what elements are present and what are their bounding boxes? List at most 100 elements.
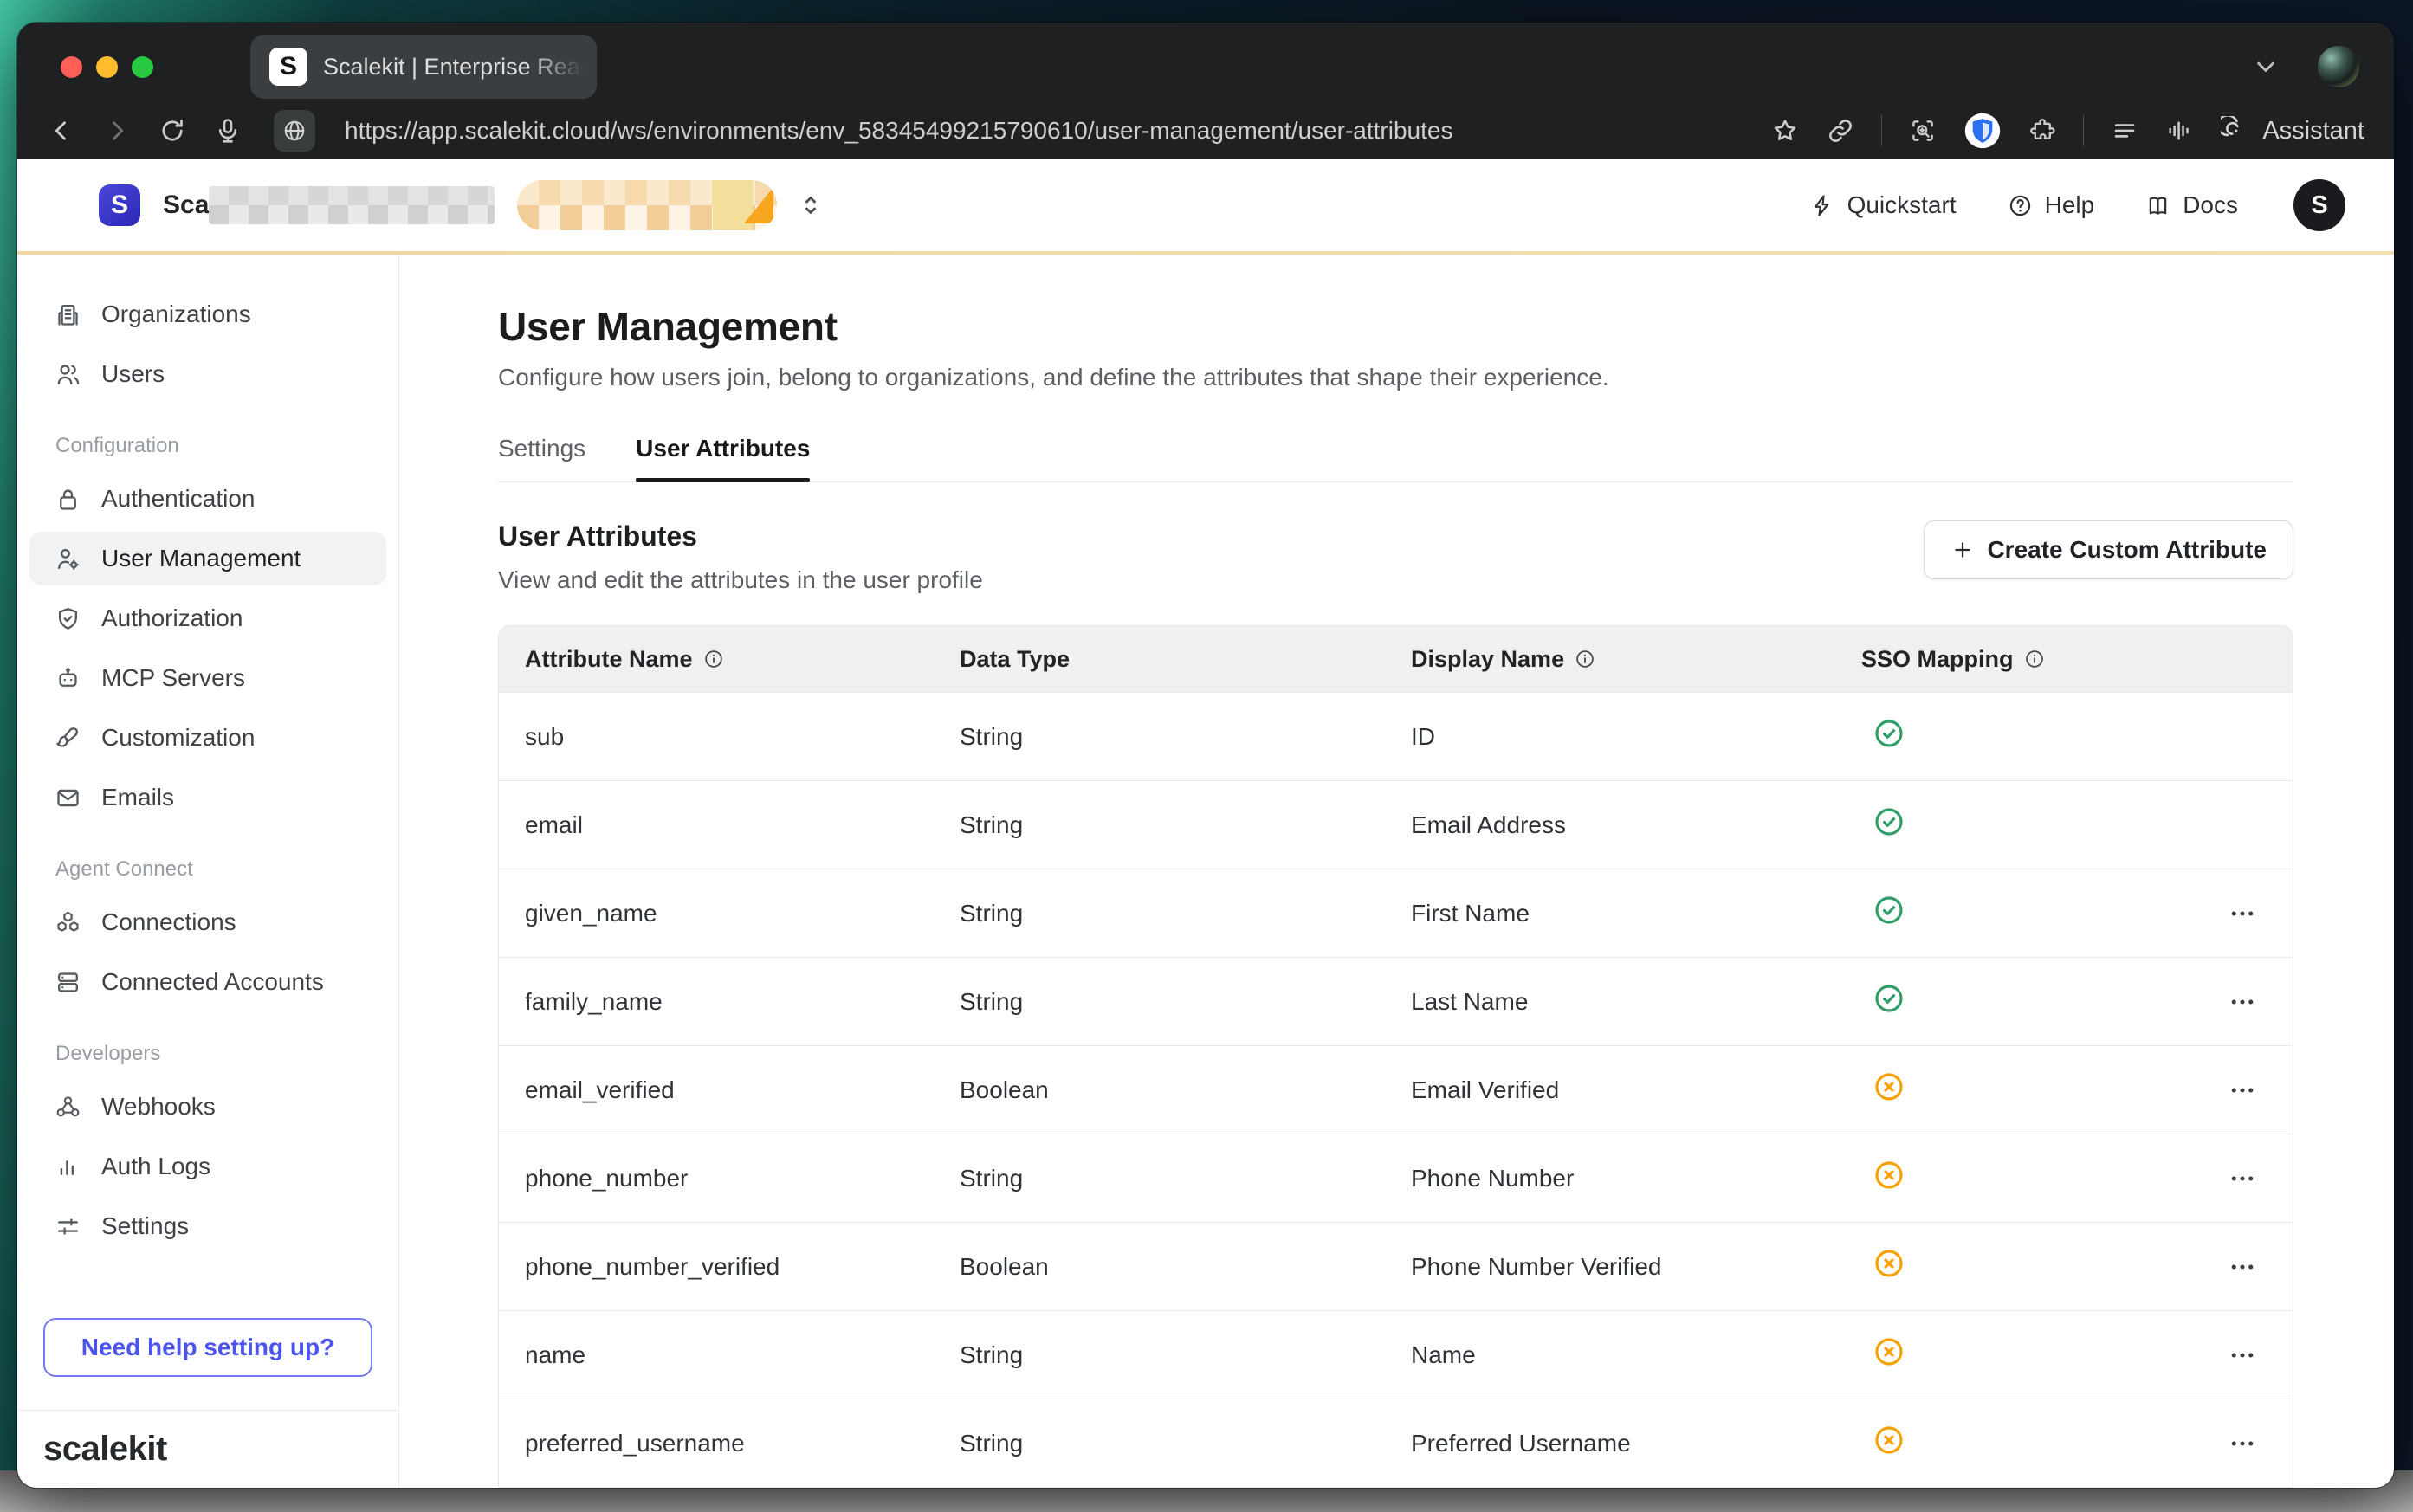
zoom-window-button[interactable] <box>132 56 153 78</box>
environment-badge-redacted[interactable] <box>517 180 777 230</box>
info-icon[interactable] <box>702 648 725 670</box>
row-menu-icon[interactable] <box>2227 1428 2258 1459</box>
row-menu-icon[interactable] <box>2227 1163 2258 1194</box>
sso-mapped-check-icon <box>1872 893 1906 927</box>
cell-display-name: Phone Number Verified <box>1411 1253 1861 1281</box>
book-icon <box>2145 192 2171 219</box>
extensions-puzzle-icon[interactable] <box>2028 116 2057 145</box>
toolbar-divider <box>2083 115 2084 146</box>
bookmark-star-icon[interactable] <box>1770 116 1800 145</box>
row-menu-icon[interactable] <box>2227 1251 2258 1283</box>
tab-settings[interactable]: Settings <box>498 435 585 481</box>
sidebar-section-configuration: Configuration <box>55 434 386 458</box>
address-bar[interactable]: https://app.scalekit.cloud/ws/environmen… <box>345 117 1744 145</box>
tabs: Settings User Attributes <box>498 435 2293 482</box>
need-help-button[interactable]: Need help setting up? <box>43 1318 372 1377</box>
cell-attribute-name: name <box>525 1341 960 1369</box>
sidebar-item-settings[interactable]: Settings <box>29 1199 386 1253</box>
minimize-window-button[interactable] <box>96 56 118 78</box>
sidebar-item-connections[interactable]: Connections <box>29 895 386 949</box>
cell-data-type: String <box>960 900 1411 927</box>
screenshot-search-icon[interactable] <box>1908 116 1938 145</box>
bars-icon <box>54 1153 82 1181</box>
row-menu-icon[interactable] <box>2227 1340 2258 1371</box>
close-window-button[interactable] <box>61 56 82 78</box>
plus-icon <box>1950 538 1975 562</box>
building-icon <box>54 300 82 329</box>
sidebar-nav: Organizations Users Configuration Authen… <box>29 288 386 1259</box>
row-menu-icon[interactable] <box>2227 1075 2258 1106</box>
cell-attribute-name: given_name <box>525 900 960 927</box>
main-content: User Management Configure how users join… <box>399 255 2394 1488</box>
cell-sso-mapping <box>1861 1423 2147 1464</box>
page-title: User Management <box>498 303 2293 350</box>
sidebar-item-emails[interactable]: Emails <box>29 771 386 824</box>
cell-sso-mapping <box>1861 1246 2147 1287</box>
cell-display-name: First Name <box>1411 900 1861 927</box>
audio-waveform-icon[interactable] <box>2165 116 2195 145</box>
sso-unmapped-x-icon <box>1872 1069 1906 1104</box>
browser-tabbar: S Scalekit | Enterprise Ready A <box>17 23 2394 102</box>
mic-icon[interactable] <box>213 116 243 145</box>
sidebar-brand-row: scalekit <box>17 1410 398 1488</box>
cell-display-name: Preferred Username <box>1411 1430 1861 1457</box>
sidebar-item-mcp-servers[interactable]: MCP Servers <box>29 651 386 705</box>
copy-link-icon[interactable] <box>1826 116 1855 145</box>
sidebar-item-organizations[interactable]: Organizations <box>29 288 386 341</box>
info-icon[interactable] <box>1574 648 1596 670</box>
tab-user-attributes[interactable]: User Attributes <box>636 435 810 481</box>
site-info-chip[interactable] <box>274 110 315 152</box>
tab-list-chevron-icon[interactable] <box>2250 51 2281 82</box>
cell-display-name: ID <box>1411 723 1861 751</box>
cell-sso-mapping <box>1861 804 2147 845</box>
table-header-row: Attribute Name Data Type Display Name SS… <box>499 626 2293 692</box>
sidebar-section-agent-connect: Agent Connect <box>55 857 386 882</box>
reload-icon[interactable] <box>158 116 187 145</box>
cell-data-type: String <box>960 988 1411 1016</box>
table-row-name: name String Name <box>499 1310 2293 1399</box>
tab-favicon: S <box>269 48 307 86</box>
cell-attribute-name: email <box>525 811 960 839</box>
sidebar-item-authentication[interactable]: Authentication <box>29 472 386 526</box>
environment-switcher-icon[interactable] <box>796 191 825 220</box>
reader-mode-icon[interactable] <box>2110 116 2139 145</box>
forward-icon[interactable] <box>102 116 132 145</box>
sso-mapped-check-icon <box>1872 716 1906 751</box>
scalekit-logo: S <box>99 184 140 226</box>
sidebar-item-user-management[interactable]: User Management <box>29 532 386 585</box>
info-icon[interactable] <box>2023 648 2046 670</box>
cell-sso-mapping <box>1861 1069 2147 1110</box>
assistant-button[interactable]: Assistant <box>2221 116 2364 145</box>
sidebar-section-developers: Developers <box>55 1042 386 1066</box>
lightning-icon <box>1809 192 1836 219</box>
docs-label: Docs <box>2183 191 2238 219</box>
help-button[interactable]: Help <box>2007 191 2095 219</box>
browser-profile-avatar[interactable] <box>2318 46 2359 87</box>
column-header-data-type: Data Type <box>960 646 1411 673</box>
sidebar-item-users[interactable]: Users <box>29 347 386 401</box>
password-manager-shield-icon[interactable] <box>1963 112 2002 150</box>
row-menu-icon[interactable] <box>2227 986 2258 1018</box>
sso-mapped-check-icon <box>1872 981 1906 1016</box>
sidebar-item-authorization[interactable]: Authorization <box>29 591 386 645</box>
user-avatar[interactable]: S <box>2293 179 2345 231</box>
sidebar-item-connected-accounts[interactable]: Connected Accounts <box>29 955 386 1009</box>
sidebar-item-webhooks[interactable]: Webhooks <box>29 1080 386 1134</box>
cell-data-type: Boolean <box>960 1076 1411 1104</box>
row-menu-icon[interactable] <box>2227 898 2258 929</box>
sidebar-item-auth-logs[interactable]: Auth Logs <box>29 1140 386 1193</box>
table-row-email: email String Email Address <box>499 780 2293 869</box>
browser-tab[interactable]: S Scalekit | Enterprise Ready A <box>250 35 597 99</box>
window-controls <box>61 56 153 78</box>
cell-sso-mapping <box>1861 716 2147 757</box>
back-icon[interactable] <box>47 116 76 145</box>
cell-attribute-name: phone_number_verified <box>525 1253 960 1281</box>
webhook-icon <box>54 1093 82 1121</box>
sidebar-item-customization[interactable]: Customization <box>29 711 386 765</box>
sso-unmapped-x-icon <box>1872 1423 1906 1457</box>
create-custom-attribute-button[interactable]: Create Custom Attribute <box>1924 520 2293 579</box>
docs-button[interactable]: Docs <box>2145 191 2238 219</box>
workspace-name: Sca <box>163 191 209 220</box>
quickstart-button[interactable]: Quickstart <box>1809 191 1957 219</box>
scalekit-wordmark: scalekit <box>43 1430 167 1469</box>
